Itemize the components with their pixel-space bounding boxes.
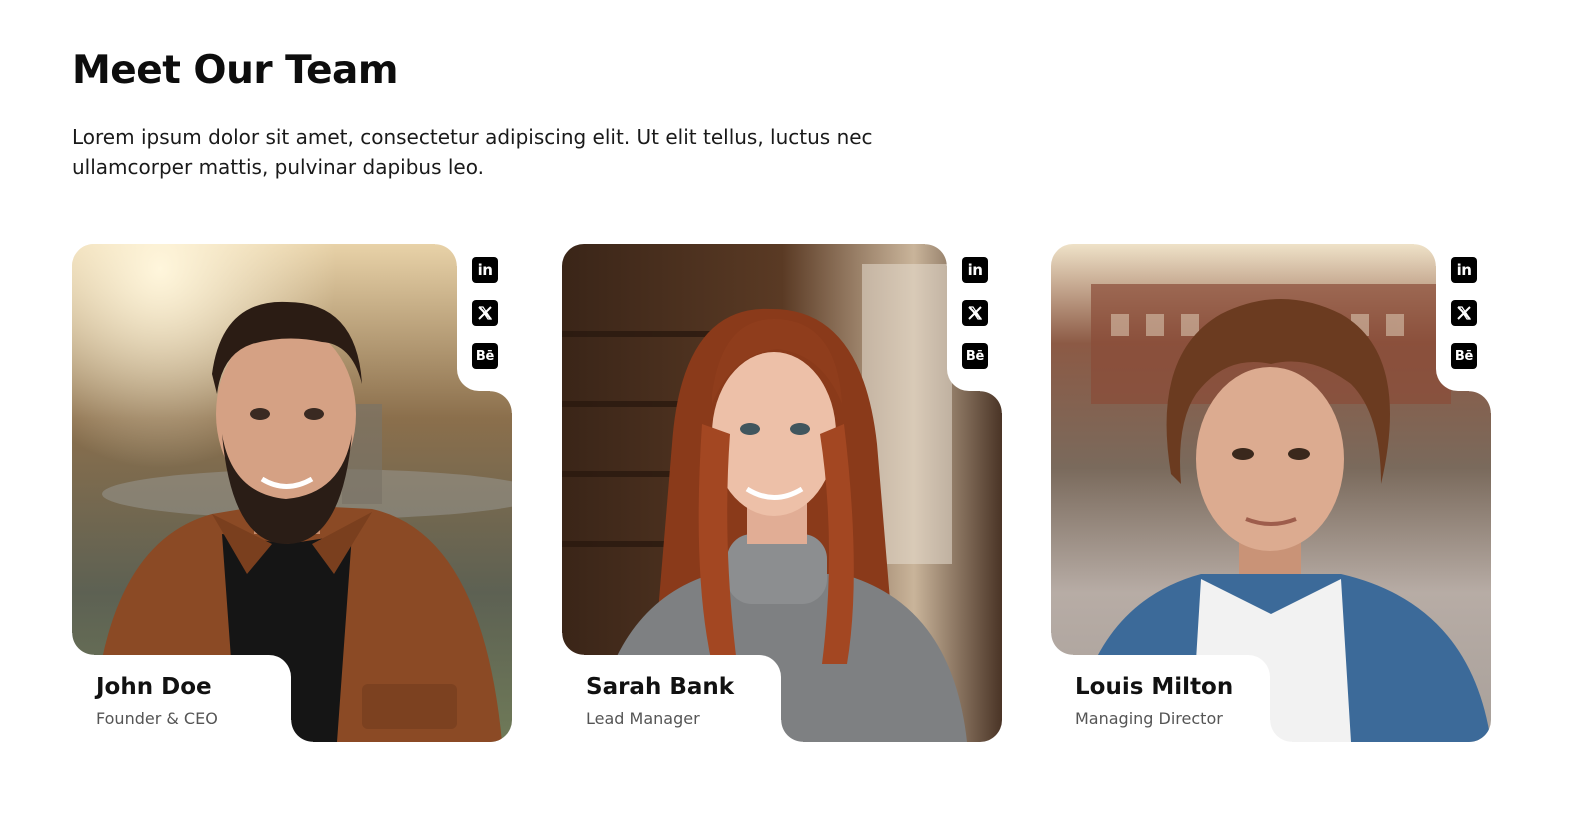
behance-icon[interactable]: Bē [472,343,498,369]
team-member-card: in Bē Sarah Bank Lead Manager [562,244,1002,742]
x-twitter-icon[interactable] [962,300,988,326]
team-member-card: in Bē John Doe Founder & CEO [72,244,512,742]
section-description: Lorem ipsum dolor sit amet, consectetur … [72,125,873,179]
social-links: in Bē [1451,257,1477,369]
team-member-name: John Doe [96,674,212,700]
behance-icon[interactable]: Bē [1451,343,1477,369]
x-twitter-icon[interactable] [1451,300,1477,326]
team-member-name: Louis Milton [1075,674,1234,700]
team-member-role: Founder & CEO [96,709,218,728]
team-member-role: Managing Director [1075,709,1223,728]
behance-icon[interactable]: Bē [962,343,988,369]
team-member-name: Sarah Bank [586,674,735,700]
linkedin-icon[interactable]: in [962,257,988,283]
social-links: in Bē [962,257,988,369]
section-title: Meet Our Team [72,48,399,93]
linkedin-icon[interactable]: in [1451,257,1477,283]
social-links: in Bē [472,257,498,369]
linkedin-icon[interactable]: in [472,257,498,283]
x-twitter-icon[interactable] [472,300,498,326]
team-member-role: Lead Manager [586,709,700,728]
team-member-card: in Bē Louis Milton Managing Director [1051,244,1491,742]
